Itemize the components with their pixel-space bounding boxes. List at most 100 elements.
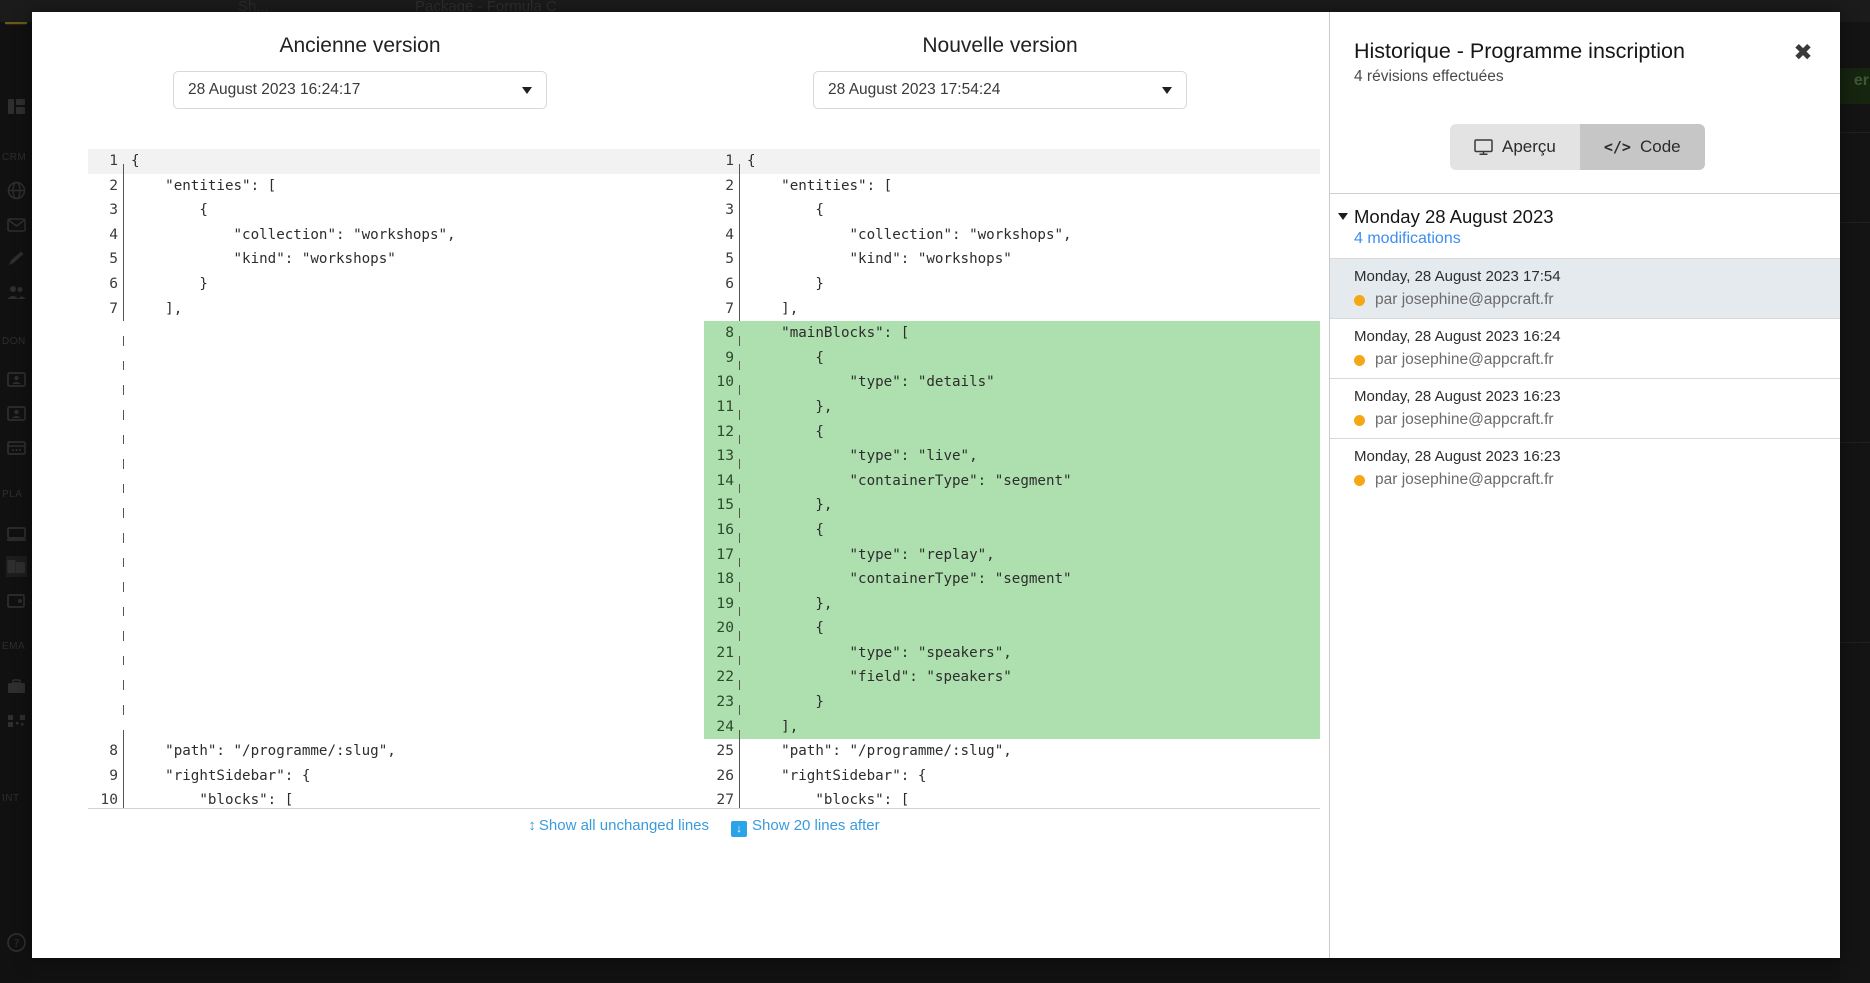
code-line-text: }, (747, 399, 832, 415)
code-line-text: "type": "details" (747, 374, 995, 390)
version-selectors: Ancienne version 28 August 2023 16:24:17… (32, 12, 1329, 134)
show-all-unchanged-lines-link[interactable]: ↕Show all unchanged lines (528, 817, 709, 834)
right-strip-label: er (1854, 72, 1869, 90)
code-line (88, 493, 704, 518)
code-line-text: { (747, 153, 756, 169)
code-line: 13 "type": "live", (704, 444, 1320, 469)
line-number: 27 (704, 788, 734, 808)
code-line: 21 "type": "speakers", (704, 641, 1320, 666)
new-version-column: Nouvelle version 28 August 2023 17:54:24 (680, 12, 1320, 109)
code-line (88, 346, 704, 371)
line-number: 13 (704, 444, 734, 469)
line-number: 8 (704, 321, 734, 346)
revision-author: par josephine@appcraft.fr (1354, 411, 1840, 429)
code-line (88, 469, 704, 494)
code-line (88, 444, 704, 469)
line-number: 4 (704, 223, 734, 248)
revision-author: par josephine@appcraft.fr (1354, 291, 1840, 309)
copy-pages-icon[interactable] (6, 556, 27, 577)
globe-icon[interactable] (6, 180, 27, 201)
revision-author-label: par josephine@appcraft.fr (1375, 411, 1554, 429)
export-icon[interactable] (6, 590, 27, 611)
code-line-text: }, (747, 596, 832, 612)
code-line: 22 "field": "speakers" (704, 665, 1320, 690)
line-number: 21 (704, 641, 734, 666)
new-version-select[interactable]: 28 August 2023 17:54:24 (813, 71, 1187, 109)
tab-apercu-label: Aperçu (1502, 137, 1556, 157)
revision-group-header[interactable]: Monday 28 August 2023 4 modifications (1330, 194, 1840, 258)
code-line: 14 "containerType": "segment" (704, 469, 1320, 494)
line-number: 1 (88, 149, 118, 174)
status-dot-icon (1354, 295, 1365, 306)
code-line: 18 "containerType": "segment" (704, 567, 1320, 592)
show-lines-after-link[interactable]: ↓Show 20 lines after (731, 817, 880, 834)
code-line (88, 395, 704, 420)
line-number: 8 (88, 739, 118, 764)
app-right-strip: er (1840, 22, 1870, 983)
code-line-text: { (747, 350, 824, 366)
line-number: 15 (704, 493, 734, 518)
revision-author-label: par josephine@appcraft.fr (1375, 351, 1554, 369)
dashboard-icon[interactable] (6, 96, 27, 117)
code-line (88, 321, 704, 346)
code-line: 20 { (704, 616, 1320, 641)
new-version-value: 28 August 2023 17:54:24 (828, 81, 1000, 99)
tab-code[interactable]: </> Code (1580, 124, 1705, 170)
line-number: 4 (88, 223, 118, 248)
code-line (88, 690, 704, 715)
revision-author-label: par josephine@appcraft.fr (1375, 471, 1554, 489)
code-line: 2 "entities": [ (88, 174, 704, 199)
chevron-down-icon (1162, 87, 1172, 94)
users-icon[interactable] (6, 282, 27, 303)
old-version-select[interactable]: 28 August 2023 16:24:17 (173, 71, 547, 109)
svg-text:?: ? (14, 937, 20, 950)
line-number: 25 (704, 739, 734, 764)
code-line: 19 }, (704, 592, 1320, 617)
id-badge-icon[interactable] (6, 403, 27, 424)
line-number: 9 (88, 764, 118, 789)
code-line: 9 { (704, 346, 1320, 371)
pencil-icon[interactable] (6, 248, 27, 269)
diff-right-code[interactable]: 1{2 "entities": [3 {4 "collection": "wor… (704, 149, 1320, 808)
tab-apercu[interactable]: Aperçu (1450, 124, 1580, 170)
code-line: 8 "mainBlocks": [ (704, 321, 1320, 346)
line-number: 20 (704, 616, 734, 641)
revision-group-modifications-link[interactable]: 4 modifications (1354, 230, 1840, 248)
code-line: 12 { (704, 420, 1320, 445)
code-line: 10 "blocks": [ (88, 788, 704, 808)
code-line: 8 "path": "/programme/:slug", (88, 739, 704, 764)
revision-list-item[interactable]: Monday, 28 August 2023 16:23 par josephin… (1330, 438, 1840, 498)
sidebar-section-label: DON (2, 336, 26, 347)
screen-icon[interactable] (6, 523, 27, 544)
qr-icon[interactable] (6, 710, 27, 731)
divider (1840, 642, 1870, 643)
code-line-text: "blocks": [ (747, 792, 909, 808)
close-icon[interactable]: ✖ (1790, 40, 1816, 66)
code-line-text: { (747, 522, 824, 538)
code-line-text: "containerType": "segment" (747, 473, 1072, 489)
divider (1840, 442, 1870, 443)
revision-date: Monday, 28 August 2023 17:54 (1354, 268, 1840, 285)
revision-list-item[interactable]: Monday, 28 August 2023 17:54 par josephin… (1330, 258, 1840, 318)
contact-card-icon[interactable] (6, 369, 27, 390)
code-line: 5 "kind": "workshops" (704, 247, 1320, 272)
help-icon[interactable]: ? (6, 932, 27, 953)
chevron-down-icon[interactable] (1338, 213, 1348, 220)
code-line-text: } (131, 276, 208, 292)
code-line-text: "field": "speakers" (747, 669, 1012, 685)
revision-list-item[interactable]: Monday, 28 August 2023 16:24par josephin… (1330, 318, 1840, 378)
mail-icon[interactable] (6, 214, 27, 235)
sidebar-section-label: EMA (2, 641, 25, 652)
revision-date: Monday, 28 August 2023 16:23 (1354, 448, 1840, 465)
line-number: 6 (88, 272, 118, 297)
diff-left-code[interactable]: 1{2 "entities": [3 {4 "collection": "wor… (88, 149, 704, 808)
line-number: 17 (704, 543, 734, 568)
revision-list: Monday, 28 August 2023 17:54 par josephin… (1330, 258, 1840, 498)
revision-list-item[interactable]: Monday, 28 August 2023 16:23par josephin… (1330, 378, 1840, 438)
show-all-unchanged-lines-label: Show all unchanged lines (539, 817, 709, 834)
briefcase-icon[interactable] (6, 676, 27, 697)
code-line-text: "kind": "workshops" (747, 251, 1012, 267)
history-subtitle: 4 révisions effectuées (1354, 68, 1504, 86)
line-number: 3 (704, 198, 734, 223)
calendar-icon[interactable] (6, 437, 27, 458)
